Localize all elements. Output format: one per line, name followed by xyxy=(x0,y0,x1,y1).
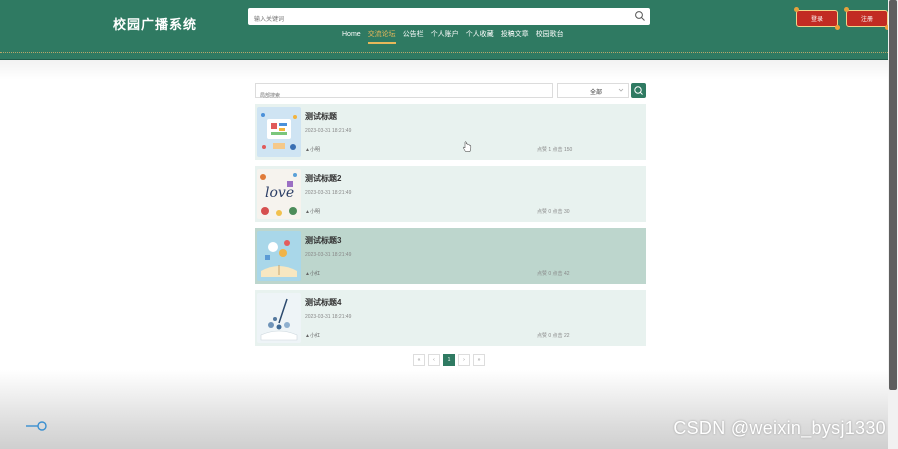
nav-forum[interactable]: 交流论坛 xyxy=(367,30,396,44)
nav-notice[interactable]: 公告栏 xyxy=(403,30,424,44)
post-thumbnail[interactable] xyxy=(257,293,301,343)
post-stats: 点赞 0 点击 42 xyxy=(537,271,570,277)
post-title[interactable]: 测试标题3 xyxy=(305,235,341,246)
pagination: « ‹ 1 › » xyxy=(413,354,485,366)
post-author: ▲小明 xyxy=(305,146,320,153)
register-button[interactable]: 注册 xyxy=(844,7,890,30)
register-label: 注册 xyxy=(860,17,873,23)
filter-search-button[interactable] xyxy=(631,83,646,98)
pager-first-button[interactable]: « xyxy=(413,354,425,366)
svg-text:love: love xyxy=(265,185,294,201)
main-nav: Home 交流论坛 公告栏 个人账户 个人收藏 投稿文章 校园歌台 xyxy=(342,30,564,44)
search-icon xyxy=(634,86,643,95)
nav-account[interactable]: 个人账户 xyxy=(431,30,459,44)
lantern-decoration xyxy=(844,7,849,12)
nav-campus-stage[interactable]: 校园歌台 xyxy=(536,30,564,44)
pager-current-page[interactable]: 1 xyxy=(443,354,455,366)
post-author-name: 小红 xyxy=(309,333,320,339)
post-thumbnail-image xyxy=(257,293,301,343)
post-thumbnail-image xyxy=(257,107,301,157)
post-date: 2023-03-31 18:21:49 xyxy=(305,252,352,258)
post-stats: 点赞 0 点击 30 xyxy=(537,209,570,215)
post-title[interactable]: 测试标题4 xyxy=(305,297,341,308)
post-thumbnail[interactable] xyxy=(257,107,301,157)
local-search-input[interactable] xyxy=(256,89,552,103)
scrollbar-thumb[interactable] xyxy=(889,0,897,390)
header-shadow-band xyxy=(0,60,888,80)
post-thumbnail-image xyxy=(257,231,301,281)
local-search-box[interactable] xyxy=(255,83,553,103)
page-scrollbar[interactable] xyxy=(888,0,898,449)
post-title[interactable]: 测试标题 xyxy=(305,111,337,122)
post-item[interactable]: 测试标题 2023-03-31 18:21:49 ▲小明 点赞 1 点击 150 xyxy=(255,104,646,160)
top-search-input[interactable] xyxy=(248,11,628,29)
header-dotted-border xyxy=(0,52,888,53)
post-item[interactable]: 测试标题4 2023-03-31 18:21:49 ▲小红 点赞 0 点击 22 xyxy=(255,290,646,346)
nav-submit-article[interactable]: 投稿文章 xyxy=(501,30,529,44)
toggle-icon[interactable] xyxy=(24,420,52,432)
pager-last-button[interactable]: » xyxy=(473,354,485,366)
lantern-decoration xyxy=(835,25,840,30)
post-author-name: 小明 xyxy=(309,209,320,215)
post-date: 2023-03-31 18:21:49 xyxy=(305,128,352,134)
post-stats: 点赞 1 点击 150 xyxy=(537,147,573,153)
post-author: ▲小红 xyxy=(305,270,320,277)
pager-next-button[interactable]: › xyxy=(458,354,470,366)
nav-favorites[interactable]: 个人收藏 xyxy=(466,30,494,44)
post-date: 2023-03-31 18:21:49 xyxy=(305,190,352,196)
search-icon[interactable] xyxy=(634,10,646,22)
post-author: ▲小红 xyxy=(305,332,320,339)
login-label: 登录 xyxy=(810,17,823,23)
post-date: 2023-03-31 18:21:49 xyxy=(305,314,352,320)
post-author: ▲小明 xyxy=(305,208,320,215)
post-author-name: 小明 xyxy=(309,147,320,153)
post-thumbnail[interactable]: love xyxy=(257,169,301,219)
category-select-value: 全部 xyxy=(590,90,603,96)
login-button[interactable]: 登录 xyxy=(794,7,840,30)
pager-prev-button[interactable]: ‹ xyxy=(428,354,440,366)
post-thumbnail[interactable] xyxy=(257,231,301,281)
post-item[interactable]: 测试标题3 2023-03-31 18:21:49 ▲小红 点赞 0 点击 42 xyxy=(255,228,646,284)
top-header: 校园广播系统 Home 交流论坛 公告栏 个人账户 个人收藏 投稿文章 校园歌台… xyxy=(0,0,890,60)
watermark-text: CSDN @weixin_bysj1330 xyxy=(673,418,886,438)
top-search-box[interactable] xyxy=(248,8,650,29)
post-title[interactable]: 测试标题2 xyxy=(305,173,341,184)
lantern-decoration xyxy=(794,7,799,12)
post-author-name: 小红 xyxy=(309,271,320,277)
site-brand[interactable]: 校园广播系统 xyxy=(113,14,197,33)
post-stats: 点赞 0 点击 22 xyxy=(537,333,570,339)
hand-cursor-icon xyxy=(463,141,472,152)
post-item[interactable]: love 测试标题2 2023-03-31 18:21:49 ▲小明 点赞 0 … xyxy=(255,166,646,222)
category-select[interactable]: 全部 xyxy=(557,83,629,98)
nav-home[interactable]: Home xyxy=(342,30,361,44)
post-thumbnail-image: love xyxy=(257,169,301,219)
chevron-down-icon xyxy=(618,88,624,92)
